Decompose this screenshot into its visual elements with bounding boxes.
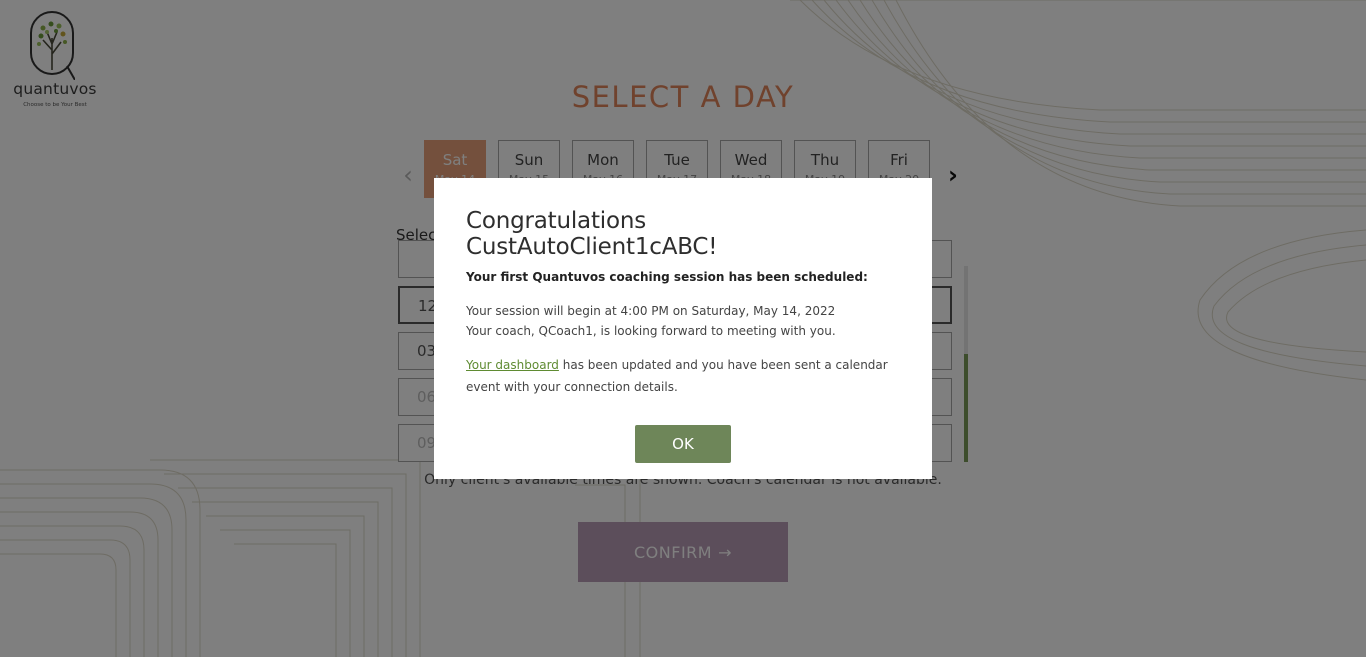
dashboard-note: Your dashboard has been updated and you … <box>466 354 900 398</box>
dialog-title: Congratulations CustAutoClient1cABC! <box>466 208 718 260</box>
session-details: Your session will begin at 4:00 PM on Sa… <box>466 301 900 341</box>
confirmation-dialog: Congratulations CustAutoClient1cABC! You… <box>434 178 932 479</box>
dialog-subtitle: Your first Quantuvos coaching session ha… <box>466 270 868 284</box>
scheduling-page: quantuvos Choose to be Your Best SELECT … <box>0 0 1366 657</box>
dashboard-link[interactable]: Your dashboard <box>466 358 559 372</box>
coach-text: Your coach, QCoach1, is looking forward … <box>466 324 836 338</box>
ok-button[interactable]: OK <box>635 425 731 463</box>
session-time-text: Your session will begin at 4:00 PM on Sa… <box>466 304 836 318</box>
